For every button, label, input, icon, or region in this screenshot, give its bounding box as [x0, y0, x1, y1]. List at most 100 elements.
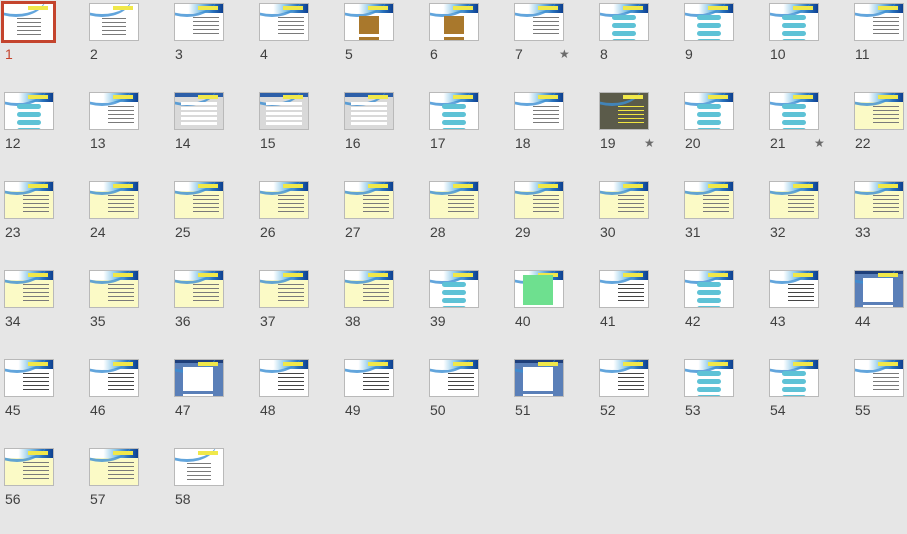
slide-preview[interactable]	[344, 92, 394, 130]
slide-preview[interactable]	[854, 270, 904, 308]
slide-thumbnail[interactable]: 50	[425, 356, 510, 445]
slide-thumbnail[interactable]: 37	[255, 267, 340, 356]
slide-thumbnail[interactable]: 16	[340, 89, 425, 178]
slide-thumbnail[interactable]: 21 ★	[765, 89, 850, 178]
slide-thumbnail[interactable]: 5	[340, 0, 425, 89]
slide-thumbnail[interactable]: 24	[85, 178, 170, 267]
slide-preview[interactable]	[344, 359, 394, 397]
slide-preview[interactable]	[4, 270, 54, 308]
slide-thumbnail[interactable]: 11	[850, 0, 907, 89]
slide-thumbnail[interactable]: 38	[340, 267, 425, 356]
slide-preview[interactable]	[514, 359, 564, 397]
slide-thumbnail[interactable]: 9	[680, 0, 765, 89]
slide-preview[interactable]	[4, 92, 54, 130]
slide-thumbnail[interactable]: 25	[170, 178, 255, 267]
slide-preview[interactable]	[429, 92, 479, 130]
slide-thumbnail[interactable]: 33	[850, 178, 907, 267]
slide-preview[interactable]	[89, 92, 139, 130]
slide-preview[interactable]	[514, 3, 564, 41]
slide-thumbnail[interactable]: 4	[255, 0, 340, 89]
slide-preview[interactable]	[854, 181, 904, 219]
slide-preview[interactable]	[259, 3, 309, 41]
slide-thumbnail[interactable]: 34	[0, 267, 85, 356]
slide-thumbnail[interactable]: 31	[680, 178, 765, 267]
slide-preview[interactable]	[89, 359, 139, 397]
slide-thumbnail[interactable]: 48	[255, 356, 340, 445]
slide-thumbnail[interactable]: 43	[765, 267, 850, 356]
slide-preview[interactable]	[684, 270, 734, 308]
slide-thumbnail[interactable]: 20	[680, 89, 765, 178]
slide-preview[interactable]	[344, 270, 394, 308]
slide-thumbnail[interactable]: 41	[595, 267, 680, 356]
slide-preview[interactable]	[174, 359, 224, 397]
slide-preview[interactable]	[89, 3, 139, 41]
slide-thumbnail[interactable]: 52	[595, 356, 680, 445]
slide-thumbnail[interactable]: 23	[0, 178, 85, 267]
slide-preview[interactable]	[174, 3, 224, 41]
slide-thumbnail[interactable]: 32	[765, 178, 850, 267]
slide-preview[interactable]	[769, 359, 819, 397]
slide-thumbnail[interactable]: 45	[0, 356, 85, 445]
slide-thumbnail[interactable]: 3	[170, 0, 255, 89]
slide-preview[interactable]	[514, 92, 564, 130]
slide-preview[interactable]	[89, 270, 139, 308]
slide-preview[interactable]	[344, 3, 394, 41]
slide-thumbnail[interactable]: 6	[425, 0, 510, 89]
slide-preview[interactable]	[769, 181, 819, 219]
slide-preview[interactable]	[769, 92, 819, 130]
slide-preview[interactable]	[599, 359, 649, 397]
slide-preview[interactable]	[174, 270, 224, 308]
slide-thumbnail[interactable]: 30	[595, 178, 680, 267]
slide-preview[interactable]	[174, 448, 224, 486]
slide-preview[interactable]	[429, 3, 479, 41]
slide-thumbnail[interactable]: 10	[765, 0, 850, 89]
slide-preview[interactable]	[89, 448, 139, 486]
slide-preview[interactable]	[4, 181, 54, 219]
slide-thumbnail[interactable]: 26	[255, 178, 340, 267]
slide-preview[interactable]	[854, 92, 904, 130]
slide-preview[interactable]	[514, 181, 564, 219]
slide-thumbnail[interactable]: 18	[510, 89, 595, 178]
slide-thumbnail[interactable]: 12	[0, 89, 85, 178]
slide-thumbnail[interactable]: 2	[85, 0, 170, 89]
slide-preview[interactable]	[4, 359, 54, 397]
slide-preview[interactable]	[89, 181, 139, 219]
slide-thumbnail[interactable]: 13	[85, 89, 170, 178]
slide-preview[interactable]	[854, 3, 904, 41]
slide-thumbnail[interactable]: 27	[340, 178, 425, 267]
slide-thumbnail[interactable]: 8	[595, 0, 680, 89]
slide-thumbnail[interactable]: 54	[765, 356, 850, 445]
slide-thumbnail[interactable]: 35	[85, 267, 170, 356]
slide-preview[interactable]	[174, 181, 224, 219]
slide-preview[interactable]	[769, 270, 819, 308]
slide-preview[interactable]	[344, 181, 394, 219]
slide-thumbnail[interactable]: 56	[0, 445, 85, 534]
slide-preview[interactable]	[514, 270, 564, 308]
slide-preview[interactable]	[769, 3, 819, 41]
slide-preview[interactable]	[684, 3, 734, 41]
slide-preview[interactable]	[1, 1, 56, 43]
slide-preview[interactable]	[429, 359, 479, 397]
slide-preview[interactable]	[259, 270, 309, 308]
slide-thumbnail[interactable]: 53	[680, 356, 765, 445]
slide-preview[interactable]	[429, 270, 479, 308]
slide-thumbnail[interactable]: 36	[170, 267, 255, 356]
slide-thumbnail[interactable]: 46	[85, 356, 170, 445]
slide-preview[interactable]	[684, 359, 734, 397]
slide-preview[interactable]	[259, 92, 309, 130]
slide-thumbnail[interactable]: 17	[425, 89, 510, 178]
slide-thumbnail[interactable]: 14	[170, 89, 255, 178]
slide-preview[interactable]	[259, 181, 309, 219]
slide-preview[interactable]	[854, 359, 904, 397]
slide-preview[interactable]	[429, 181, 479, 219]
slide-preview[interactable]	[4, 448, 54, 486]
slide-thumbnail[interactable]: 22	[850, 89, 907, 178]
slide-thumbnail[interactable]: 47	[170, 356, 255, 445]
slide-thumbnail[interactable]: 44	[850, 267, 907, 356]
slide-thumbnail[interactable]: 28	[425, 178, 510, 267]
slide-preview[interactable]	[599, 92, 649, 130]
slide-thumbnail[interactable]: 49	[340, 356, 425, 445]
slide-thumbnail[interactable]: 29	[510, 178, 595, 267]
slide-preview[interactable]	[599, 181, 649, 219]
slide-preview[interactable]	[599, 270, 649, 308]
